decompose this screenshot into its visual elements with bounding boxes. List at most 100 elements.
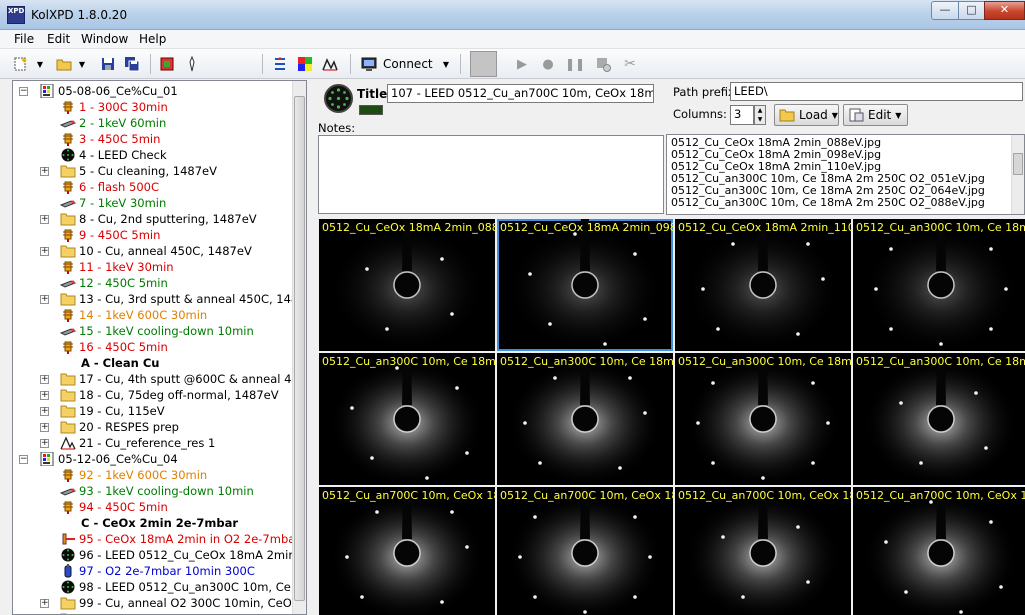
experiment-tree[interactable]: − 05-08-06_Ce%Cu_01 1 - 300C 30min 2 - 1keV… bbox=[13, 81, 293, 614]
tree-expander-icon[interactable]: − bbox=[19, 87, 28, 96]
tree-item[interactable]: 97 - O2 2e-7mbar 10min 300C bbox=[60, 563, 255, 579]
menu-help[interactable]: Help bbox=[139, 32, 166, 46]
tree-item[interactable]: 14 - 1keV 600C 30min bbox=[60, 307, 207, 323]
tree-item[interactable]: 05-12-06_Ce%Cu_04 bbox=[39, 451, 178, 467]
columns-input[interactable]: 3 bbox=[730, 105, 754, 125]
tree-item[interactable]: 93 - 1keV cooling-down 10min bbox=[59, 483, 254, 499]
edit-button[interactable]: Edit ▼ bbox=[843, 104, 908, 126]
title-bar[interactable]: XPD KolXPD 1.8.0.20 — □ ✕ bbox=[0, 0, 1025, 30]
tree-scrollbar[interactable] bbox=[292, 81, 306, 614]
tree-item[interactable]: 96 - LEED 0512_Cu_CeOx 18mA 2min_*eV.j bbox=[60, 547, 293, 563]
tree-item[interactable]: 7 - 1keV 30min bbox=[59, 195, 166, 211]
tree-item[interactable]: 20 - RESPES prep bbox=[60, 419, 179, 435]
leed-image-cell[interactable]: 0512_Cu_an300C 10m, Ce 18mA 2m bbox=[675, 353, 851, 485]
color-map-icon[interactable] bbox=[295, 53, 315, 75]
tree-item[interactable]: 99 - Cu, anneal O2 300C 10min, CeOx 18mA… bbox=[60, 595, 293, 611]
leed-image-cell[interactable]: 0512_Cu_an700C 10m, CeOx 18mA bbox=[853, 487, 1025, 615]
tree-expander-icon[interactable]: + bbox=[40, 407, 49, 416]
tree-item[interactable]: 21 - Cu_reference_res 1 bbox=[60, 435, 215, 451]
tree-expander-icon[interactable]: + bbox=[40, 295, 49, 304]
connect-dropdown-arrow-icon[interactable]: ▼ bbox=[440, 53, 452, 75]
tree-expander-icon[interactable]: + bbox=[40, 391, 49, 400]
tree-expander-icon[interactable]: − bbox=[19, 455, 28, 464]
minimize-button[interactable]: — bbox=[931, 1, 959, 20]
tree-expander-icon[interactable]: + bbox=[40, 439, 49, 448]
tree-item[interactable]: 13 - Cu, 3rd sputt & anneal 450C, 1487eV bbox=[60, 291, 293, 307]
save-all-icon[interactable] bbox=[122, 53, 142, 75]
menu-edit[interactable]: Edit bbox=[47, 32, 70, 46]
title-input[interactable]: 107 - LEED 0512_Cu_an700C 10m, CeOx 18mA… bbox=[387, 84, 654, 103]
tree-item[interactable]: 16 - 450C 5min bbox=[60, 339, 168, 355]
tree-item[interactable]: 3 - 450C 5min bbox=[60, 131, 160, 147]
connect-button-label[interactable]: Connect bbox=[383, 57, 433, 71]
panel-splitter[interactable] bbox=[307, 80, 317, 615]
open-dropdown-arrow-icon[interactable]: ▼ bbox=[76, 53, 88, 75]
play-icon[interactable]: ▶ bbox=[513, 53, 531, 75]
columns-spinner[interactable]: ▲ ▼ bbox=[754, 105, 766, 125]
tree-item[interactable]: 100 - Cu, anneal O2 300C 10min, CeOx 18 bbox=[60, 611, 293, 614]
tree-item[interactable]: 2 - 1keV 60min bbox=[59, 115, 166, 131]
leed-image-cell[interactable]: 0512_Cu_CeOx 18mA 2min_098eV.j bbox=[497, 219, 673, 351]
tree-item[interactable]: 8 - Cu, 2nd sputtering, 1487eV bbox=[60, 211, 257, 227]
spectrum-fit-icon[interactable] bbox=[320, 53, 340, 75]
menu-window[interactable]: Window bbox=[81, 32, 128, 46]
leed-image-cell[interactable]: 0512_Cu_CeOx 18mA 2min_088eV.jpg bbox=[319, 219, 495, 351]
path-prefix-input[interactable]: LEED\ bbox=[730, 82, 1023, 101]
save-icon[interactable] bbox=[98, 53, 118, 75]
tree-expander-icon[interactable]: + bbox=[40, 167, 49, 176]
new-dropdown-arrow-icon[interactable]: ▼ bbox=[34, 53, 46, 75]
export-icon[interactable] bbox=[157, 53, 177, 75]
tree-item[interactable]: 19 - Cu, 115eV bbox=[60, 403, 165, 419]
tree-item[interactable]: 4 - LEED Check bbox=[60, 147, 167, 163]
tree-item[interactable]: 95 - CeOx 18mA 2min in O2 2e-7mbar 250C bbox=[60, 531, 293, 547]
file-list-scrollbar[interactable] bbox=[1011, 135, 1024, 214]
notes-textarea[interactable] bbox=[318, 135, 664, 214]
load-button[interactable]: Load ▼ bbox=[774, 104, 839, 126]
tree-item[interactable]: 94 - 450C 5min bbox=[60, 499, 168, 515]
leed-image-cell[interactable]: 0512_Cu_an300C 10m, Ce 18mA 2m bbox=[319, 353, 495, 485]
stop-icon[interactable] bbox=[470, 51, 497, 77]
leed-image-cell[interactable]: 0512_Cu_an300C 10m, Ce 18mA bbox=[853, 219, 1025, 351]
maximize-button[interactable]: □ bbox=[958, 1, 985, 20]
pause-icon[interactable]: ❚❚ bbox=[565, 53, 585, 75]
open-folder-icon[interactable] bbox=[54, 53, 74, 75]
properties-icon[interactable] bbox=[182, 53, 202, 75]
leed-image-cell[interactable]: 0512_Cu_an700C 10m, CeOx 18mA bbox=[497, 487, 673, 615]
leed-image-cell[interactable]: 0512_Cu_an300C 10m, Ce 18mA bbox=[853, 353, 1025, 485]
tree-item[interactable]: 92 - 1keV 600C 30min bbox=[60, 467, 207, 483]
leed-image-grid[interactable]: 0512_Cu_CeOx 18mA 2min_088eV.jpg 0512_Cu_… bbox=[317, 219, 1025, 615]
tree-item[interactable]: 05-08-06_Ce%Cu_01 bbox=[39, 83, 178, 99]
tree-expander-icon[interactable]: + bbox=[40, 599, 49, 608]
file-list-scrollbar-thumb[interactable] bbox=[1013, 153, 1023, 175]
leed-image-cell[interactable]: 0512_Cu_an300C 10m, Ce 18mA 2m bbox=[497, 353, 673, 485]
tree-item[interactable]: 15 - 1keV cooling-down 10min bbox=[59, 323, 254, 339]
tree-scrollbar-thumb[interactable] bbox=[294, 96, 305, 601]
close-button[interactable]: ✕ bbox=[984, 1, 1025, 20]
color-swatch[interactable] bbox=[359, 105, 383, 115]
tree-item[interactable]: 18 - Cu, 75deg off-normal, 1487eV bbox=[60, 387, 279, 403]
tree-expander-icon[interactable]: + bbox=[40, 423, 49, 432]
tree-item[interactable]: 12 - 450C 5min bbox=[59, 275, 168, 291]
tree-item[interactable]: 6 - flash 500C bbox=[60, 179, 159, 195]
scheduled-save-icon[interactable] bbox=[593, 53, 613, 75]
tree-expander-icon[interactable]: + bbox=[40, 247, 49, 256]
new-document-icon[interactable] bbox=[10, 53, 30, 75]
leed-image-cell[interactable]: 0512_Cu_an700C 10m, CeOx 18mA bbox=[319, 487, 495, 615]
tree-item[interactable]: 11 - 1keV 30min bbox=[60, 259, 174, 275]
tree-item[interactable]: 98 - LEED 0512_Cu_an300C 10m, Ce 18mA bbox=[60, 579, 293, 595]
cut-icon[interactable]: ✂ bbox=[620, 53, 640, 75]
tree-expander-icon[interactable]: + bbox=[40, 375, 49, 384]
menu-file[interactable]: File bbox=[14, 32, 34, 46]
file-list-item[interactable]: 0512_Cu_an300C 10m, Ce 18mA 2m 250C O2_0… bbox=[671, 196, 985, 209]
record-icon[interactable]: ● bbox=[539, 53, 557, 75]
tree-item[interactable]: 10 - Cu, anneal 450C, 1487eV bbox=[60, 243, 252, 259]
tree-item[interactable]: A - Clean Cu bbox=[81, 355, 159, 371]
leed-image-cell[interactable]: 0512_Cu_CeOx 18mA 2min_110eV.j bbox=[675, 219, 851, 351]
tree-item[interactable]: 17 - Cu, 4th sputt @600C & anneal 450C, … bbox=[60, 371, 293, 387]
tree-item[interactable]: 1 - 300C 30min bbox=[60, 99, 168, 115]
leed-image-cell[interactable]: 0512_Cu_an700C 10m, CeOx 18mA bbox=[675, 487, 851, 615]
tree-item[interactable]: 9 - 450C 5min bbox=[60, 227, 160, 243]
tree-item[interactable]: C - CeOx 2min 2e-7mbar bbox=[81, 515, 238, 531]
file-list[interactable]: 0512_Cu_CeOx 18mA 2min_088eV.jpg 0512_Cu… bbox=[666, 134, 1025, 215]
tree-expander-icon[interactable]: + bbox=[40, 215, 49, 224]
